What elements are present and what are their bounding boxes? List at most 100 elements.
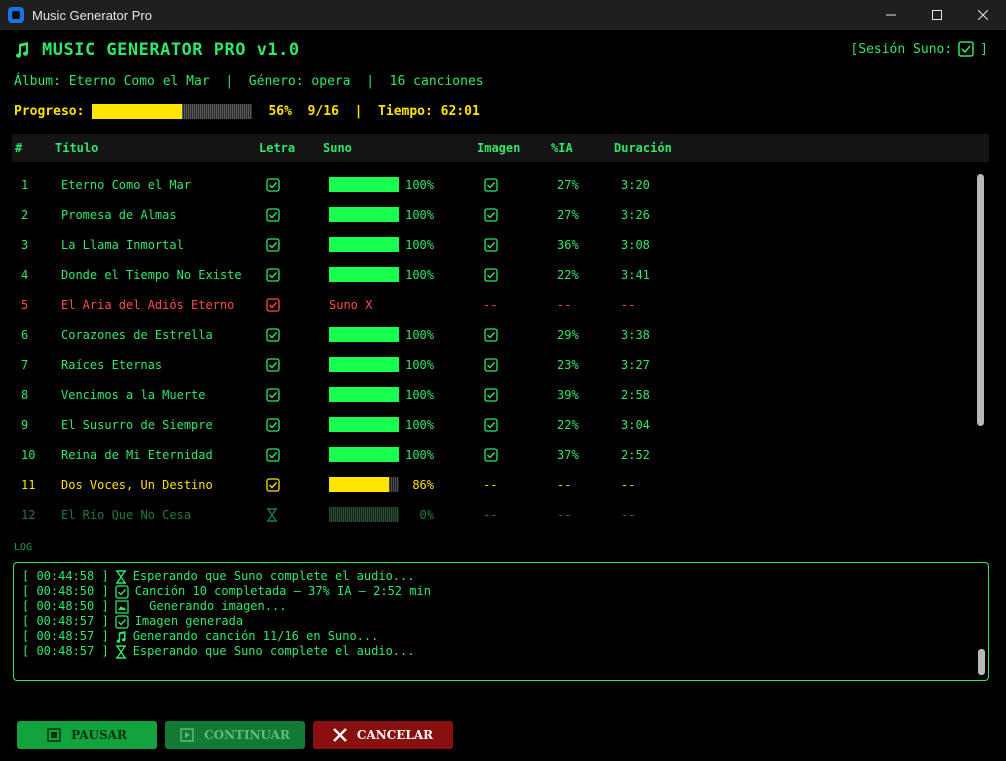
continue-button[interactable]: CONTINUAR <box>165 721 305 749</box>
suno-progress-fill <box>329 477 390 492</box>
lyrics-status <box>266 478 280 492</box>
progress-bar <box>92 104 253 119</box>
cancel-button[interactable]: CANCELAR <box>313 721 453 749</box>
checkbox-icon <box>958 41 974 57</box>
lyrics-status <box>266 238 280 252</box>
table-row[interactable]: 8 Vencimos a la Muerte 100% 39% 2:58 <box>12 380 974 410</box>
ai-percent: 23% <box>557 358 579 372</box>
lyrics-status <box>266 388 280 402</box>
suno-progress-fill <box>329 327 399 342</box>
minimize-icon <box>886 14 896 16</box>
maximize-button[interactable] <box>914 0 960 30</box>
song-number: 7 <box>21 358 29 372</box>
lyrics-status <box>266 208 280 222</box>
suno-progress-bar <box>329 387 399 402</box>
continue-label: CONTINUAR <box>204 728 290 742</box>
song-title: El Aria del Adiós Eterno <box>61 298 235 312</box>
log-text: Esperando que Suno complete el audio... <box>132 569 415 583</box>
song-title: Vencimos a la Muerte <box>61 388 206 402</box>
ai-percent: 22% <box>557 418 579 432</box>
table-row[interactable]: 10 Reina de Mi Eternidad 100% 37% 2:52 <box>12 440 974 470</box>
table-row[interactable]: 6 Corazones de Estrella 100% 29% 3:38 <box>12 320 974 350</box>
song-number: 4 <box>21 268 29 282</box>
progress-separator: | <box>354 104 363 119</box>
pause-label: PAUSAR <box>71 728 127 742</box>
suno-progress-fill <box>329 207 399 222</box>
checkbox-icon <box>484 208 498 222</box>
col-duration: Duración <box>614 141 672 155</box>
duration: 3:26 <box>621 208 650 222</box>
ai-percent: -- <box>557 478 572 492</box>
log-panel[interactable]: [ 00:44:58 ] Esperando que Suno complete … <box>13 562 989 681</box>
log-time: [ 00:48:57 ] <box>22 629 109 643</box>
song-title: Dos Voces, Un Destino <box>61 478 213 492</box>
duration: -- <box>621 508 636 522</box>
image-status <box>484 328 498 342</box>
progress-bar-fill <box>92 104 183 119</box>
suno-percent: 86% <box>412 478 434 492</box>
image-status: -- <box>483 478 498 492</box>
table-row[interactable]: 12 El Río Que No Cesa 0% -- -- -- <box>12 500 974 530</box>
table-row[interactable]: 2 Promesa de Almas 100% 27% 3:26 <box>12 200 974 230</box>
elapsed-time: 62:01 <box>440 104 480 119</box>
log-scrollbar[interactable] <box>978 649 985 675</box>
table-row[interactable]: 5 El Aria del Adiós Eterno Suno X -- -- -- <box>12 290 974 320</box>
log-time: [ 00:48:57 ] <box>22 644 109 658</box>
hourglass-icon <box>115 569 126 584</box>
table-row[interactable]: 1 Eterno Como el Mar 100% 27% 3:20 <box>12 170 974 200</box>
lyrics-status <box>266 328 280 342</box>
pause-button[interactable]: PAUSAR <box>17 721 157 749</box>
minimize-button[interactable] <box>868 0 914 30</box>
log-line: [ 00:44:58 ] Esperando que Suno complete … <box>22 569 980 584</box>
duration: 3:08 <box>621 238 650 252</box>
table-row[interactable]: 3 La Llama Inmortal 100% 36% 3:08 <box>12 230 974 260</box>
table-row[interactable]: 11 Dos Voces, Un Destino 86% -- -- -- <box>12 470 974 500</box>
image-status <box>484 418 498 432</box>
log-time: [ 00:48:50 ] <box>22 584 109 598</box>
song-list[interactable]: 1 Eterno Como el Mar 100% 27% 3:20 2 Promesa d… <box>12 170 974 530</box>
image-status <box>484 208 498 222</box>
suno-percent: 100% <box>405 268 434 282</box>
song-title: Eterno Como el Mar <box>61 178 192 192</box>
close-icon <box>333 728 347 742</box>
song-number: 2 <box>21 208 29 222</box>
duration: 3:20 <box>621 178 650 192</box>
checkbox-icon <box>266 358 280 372</box>
log-line: [ 00:48:57 ] Imagen generada <box>22 614 980 629</box>
music-note-icon <box>16 42 29 58</box>
checkbox-icon <box>484 178 498 192</box>
song-number: 5 <box>21 298 29 312</box>
app-icon <box>8 7 24 23</box>
log-time: [ 00:48:57 ] <box>22 614 109 628</box>
log-text: Esperando que Suno complete el audio... <box>132 644 415 658</box>
duration: 3:41 <box>621 268 650 282</box>
table-row[interactable]: 9 El Susurro de Siempre 100% 22% 3:04 <box>12 410 974 440</box>
album-info: Álbum: Eterno Como el Mar | Género: oper… <box>14 74 484 89</box>
log-text: Generando imagen... <box>134 599 287 613</box>
table-row[interactable]: 4 Donde el Tiempo No Existe 100% 22% 3:41 <box>12 260 974 290</box>
col-suno: Suno <box>323 141 352 155</box>
hourglass-icon <box>267 508 277 522</box>
window-titlebar: Music Generator Pro <box>0 0 1006 30</box>
window-controls <box>868 0 1006 30</box>
page-title: MUSIC GENERATOR PRO v1.0 <box>42 40 300 60</box>
suno-progress-bar <box>329 447 399 462</box>
duration: 3:27 <box>621 358 650 372</box>
song-list-scrollbar[interactable] <box>977 174 984 426</box>
progress-label: Progreso: <box>14 104 85 119</box>
close-button[interactable] <box>960 0 1006 30</box>
song-title: Reina de Mi Eternidad <box>61 448 213 462</box>
log-text: Generando canción 11/16 en Suno... <box>132 629 379 643</box>
stop-square-icon <box>47 728 61 742</box>
maximize-icon <box>932 10 942 20</box>
suno-progress-bar <box>329 417 399 432</box>
log-line: [ 00:48:57 ] Esperando que Suno complete … <box>22 644 980 659</box>
session-label: [Sesión Suno: <box>850 41 953 57</box>
table-row[interactable]: 7 Raíces Eternas 100% 23% 3:27 <box>12 350 974 380</box>
checkbox-icon <box>266 418 280 432</box>
song-number: 11 <box>21 478 36 492</box>
col-number: # <box>15 141 23 155</box>
suno-session-status: [Sesión Suno: ] <box>850 41 988 57</box>
checkbox-icon <box>266 178 280 192</box>
log-line: [ 00:48:50 ] Canción 10 completada — 37% … <box>22 584 980 599</box>
